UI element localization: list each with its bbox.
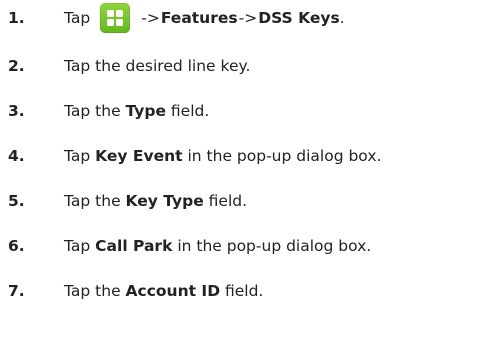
step-text: Tap the Key Type field. [64,192,247,210]
step-text-post: field. [165,102,210,120]
step-text-post: in the pop-up dialog box. [172,237,372,255]
bold-text-dss-keys: DSS Keys [258,9,340,27]
step-text: Tap the desired line key. [64,57,250,75]
bold-text: Key Event [95,147,183,165]
step-text-pre: Tap [64,237,96,255]
instruction-steps: 1. Tap -> Features -> DSS Keys . 2. Tap … [0,0,499,338]
bold-text: Key Type [125,192,204,210]
menu-grid-icon [100,3,131,33]
step-text-pre: Tap the [64,192,126,210]
arrow-text: -> [141,9,160,27]
step-number: 3. [8,102,25,120]
step-text-post: field. [203,192,248,210]
step-number: 4. [8,147,25,165]
step-text: Tap Key Event in the pop-up dialog box. [64,147,381,165]
step-number: 2. [8,57,25,75]
step-text-post: . [339,9,345,27]
step-text-post: in the pop-up dialog box. [182,147,382,165]
step-text-post: field. [220,282,264,300]
step-text: Tap the Account ID field. [64,282,263,300]
bold-text: Account ID [125,282,221,300]
step-text-pre: Tap [64,147,96,165]
step-number: 6. [8,237,25,255]
step-text: Tap Call Park in the pop-up dialog box. [64,237,371,255]
step-number: 5. [8,192,25,210]
step-text-pre: Tap the [64,102,126,120]
step-text: Tap -> Features -> DSS Keys . [64,3,345,33]
bold-text-features: Features [160,9,238,27]
bold-text: Call Park [95,237,173,255]
arrow-text: -> [238,9,258,27]
step-text-pre: Tap the desired line key. [64,57,251,75]
step-number: 1. [8,9,25,27]
step-text-pre: Tap [64,9,91,27]
step-number: 7. [8,282,25,300]
step-text: Tap the Type field. [64,102,209,120]
step-text-pre: Tap the [64,282,126,300]
bold-text: Type [125,102,166,120]
